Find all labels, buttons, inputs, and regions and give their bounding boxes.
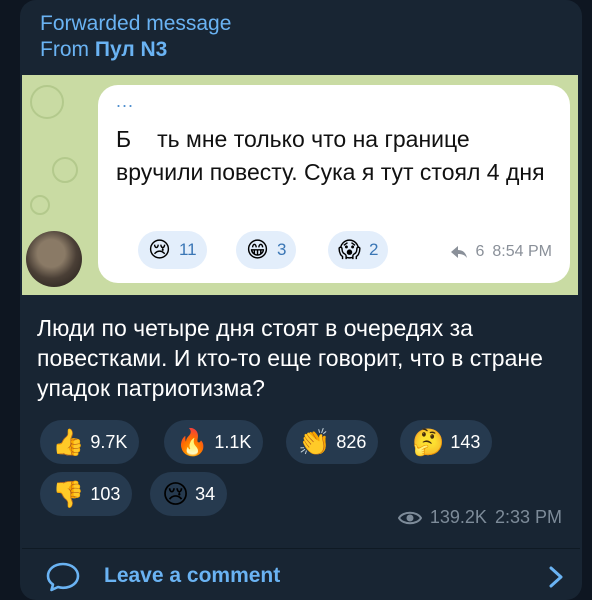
reaction-fire[interactable]: 🔥 1.1K	[164, 420, 264, 464]
reaction-count: 826	[336, 431, 367, 452]
chevron-right-icon	[549, 566, 563, 588]
reaction-count: 34	[195, 483, 216, 504]
reaction-count: 9.7K	[90, 431, 128, 452]
forwarded-from-prefix: From	[40, 38, 89, 61]
thumbs-down-icon: 👎	[52, 479, 85, 509]
clapping-hands-icon: 👏	[298, 427, 331, 457]
forwarded-channel-name[interactable]: Пул N3	[95, 38, 168, 61]
reaction-count: 143	[450, 431, 481, 452]
embedded-reaction-count: 3	[276, 240, 287, 259]
message-caption: Люди по четыре дня стоят в очередях за п…	[37, 315, 543, 401]
message-time: 2:33 PM	[494, 507, 562, 527]
grinning-face-icon: 😁	[246, 237, 269, 262]
reaction-crying[interactable]: 😢 34	[150, 472, 228, 516]
thinking-face-icon: 🤔	[412, 427, 445, 457]
thumbs-up-icon: 👍	[52, 427, 85, 457]
comment-bubble-icon	[46, 562, 80, 592]
embedded-forward-count: 6	[475, 243, 485, 260]
embedded-message: ... Бть мне только что на границе вручил…	[98, 85, 570, 283]
forwarded-label: Forwarded message	[40, 12, 232, 35]
embedded-text-part2: ть мне только что на границе вручили пов…	[116, 126, 545, 185]
message-meta: 139.2K 2:33 PM	[397, 507, 562, 528]
eye-icon	[397, 511, 422, 524]
embedded-reaction-grinning: 😁 3	[236, 231, 297, 269]
screaming-face-icon: 😱	[338, 237, 361, 262]
reaction-thumbs-down[interactable]: 👎 103	[40, 472, 133, 516]
embedded-dots: ...	[116, 91, 135, 111]
embedded-message-meta: 6 8:54 PM	[450, 243, 552, 261]
avatar	[26, 231, 82, 287]
wallpaper-doodle	[30, 195, 50, 215]
divider	[22, 548, 580, 549]
wallpaper-doodle	[52, 157, 78, 183]
reaction-count: 1.1K	[214, 431, 252, 452]
reaction-clapping[interactable]: 👏 826	[286, 420, 379, 464]
reaction-thinking[interactable]: 🤔 143	[400, 420, 493, 464]
view-count: 139.2K	[429, 507, 487, 527]
reaction-count: 103	[90, 483, 121, 504]
forward-arrow-icon	[450, 246, 467, 258]
reaction-thumbs-up[interactable]: 👍 9.7K	[40, 420, 140, 464]
embedded-reaction-screaming: 😱 2	[328, 231, 389, 269]
forwarded-from[interactable]: From Пул N3	[40, 38, 167, 62]
leave-comment-label: Leave a comment	[104, 564, 281, 587]
leave-comment-button[interactable]: Leave a comment	[40, 556, 570, 596]
fire-icon: 🔥	[176, 427, 209, 457]
embedded-message-text: Бть мне только что на границе вручили по…	[116, 123, 556, 189]
embedded-reaction-crying: 😢 11	[138, 231, 207, 269]
embedded-text-part1: Б	[116, 126, 132, 152]
embedded-time: 8:54 PM	[492, 243, 552, 260]
embedded-reaction-count: 11	[178, 240, 197, 259]
embedded-screenshot[interactable]: ... Бть мне только что на границе вручил…	[22, 75, 578, 295]
crying-face-icon: 😢	[148, 237, 171, 262]
wallpaper-doodle	[30, 85, 64, 119]
embedded-reaction-count: 2	[368, 240, 379, 259]
crying-face-icon: 😢	[162, 479, 190, 509]
